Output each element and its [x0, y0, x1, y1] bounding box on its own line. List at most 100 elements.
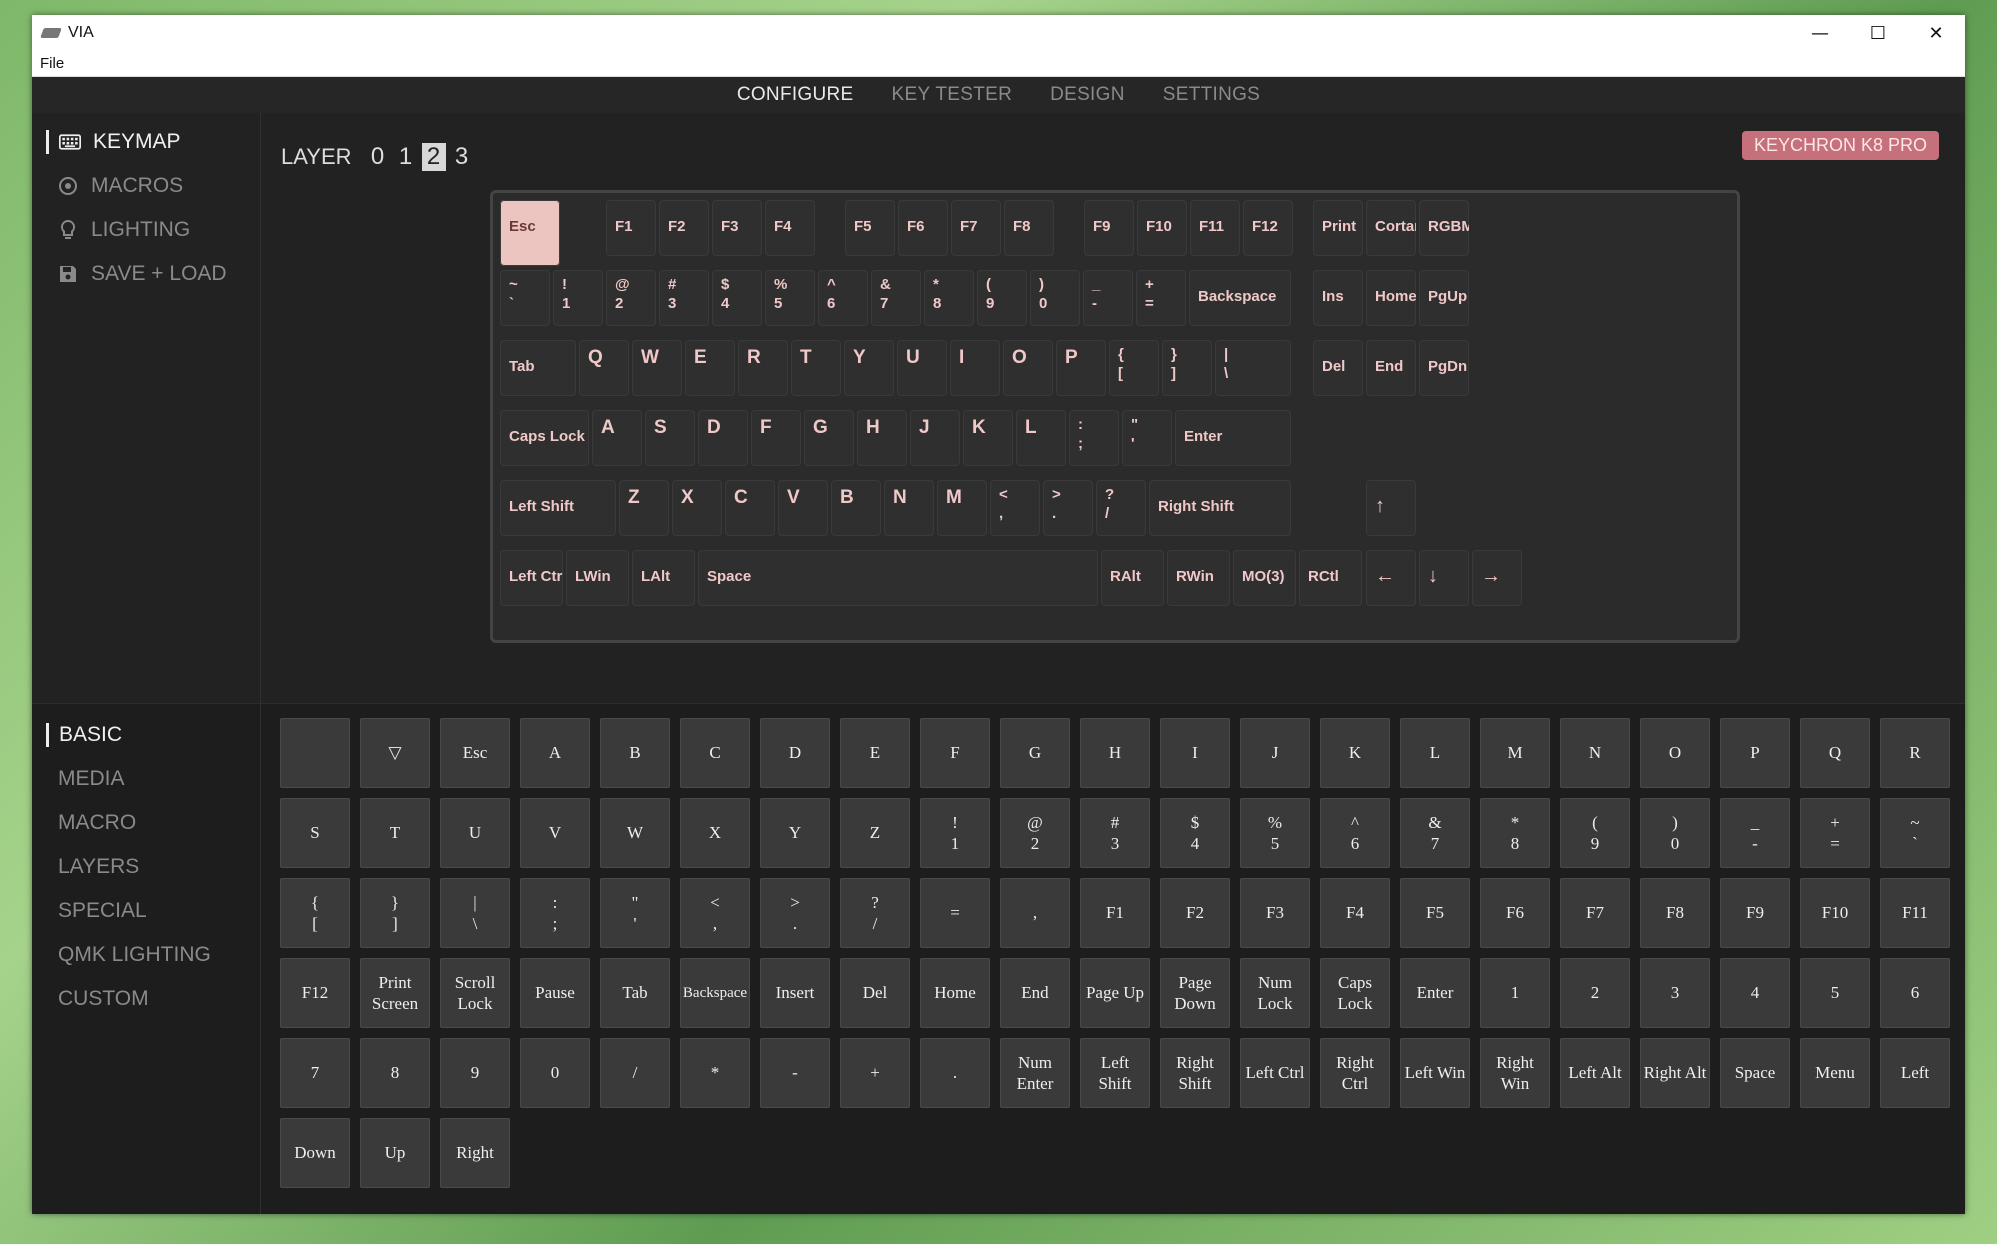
- key-lalt[interactable]: LAlt: [632, 550, 695, 606]
- key-f11[interactable]: F11: [1190, 200, 1240, 256]
- keycode-symbol[interactable]: /: [600, 1038, 670, 1108]
- keycode-left-alt[interactable]: Left Alt: [1560, 1038, 1630, 1108]
- key-c[interactable]: C: [725, 480, 775, 536]
- keycode-f10[interactable]: F10: [1800, 878, 1870, 948]
- key-tab[interactable]: Tab: [500, 340, 576, 396]
- keycode-z[interactable]: Z: [840, 798, 910, 868]
- key-q[interactable]: Q: [579, 340, 629, 396]
- keycode-caps-lock[interactable]: Caps Lock: [1320, 958, 1390, 1028]
- keycode-scroll-lock[interactable]: Scroll Lock: [440, 958, 510, 1028]
- keycode-f8[interactable]: F8: [1640, 878, 1710, 948]
- category-custom[interactable]: CUSTOM: [58, 984, 149, 1014]
- key-f10[interactable]: F10: [1137, 200, 1187, 256]
- key-backspace[interactable]: Backspace: [1189, 270, 1291, 326]
- keycode-6[interactable]: 6: [1880, 958, 1950, 1028]
- keycode-3[interactable]: 3: [1640, 958, 1710, 1028]
- key-w[interactable]: W: [632, 340, 682, 396]
- keycode-symbol[interactable]: ~ `: [1880, 798, 1950, 868]
- key-e[interactable]: E: [685, 340, 735, 396]
- keycode-symbol[interactable]: } ]: [360, 878, 430, 948]
- layer-1-button[interactable]: 1: [394, 143, 418, 171]
- keycode-2[interactable]: 2: [1560, 958, 1630, 1028]
- keycode-m[interactable]: M: [1480, 718, 1550, 788]
- layer-3-button[interactable]: 3: [450, 143, 474, 171]
- keycode-symbol[interactable]: + =: [1800, 798, 1870, 868]
- tab-configure[interactable]: CONFIGURE: [737, 84, 854, 106]
- key-symbol[interactable]: {[: [1109, 340, 1159, 396]
- key-y[interactable]: Y: [844, 340, 894, 396]
- minimize-button[interactable]: —: [1791, 15, 1849, 51]
- key-symbol[interactable]: & 7: [871, 270, 921, 326]
- keycode-4[interactable]: 4: [1720, 958, 1790, 1028]
- keycode-f5[interactable]: F5: [1400, 878, 1470, 948]
- keycode-b[interactable]: B: [600, 718, 670, 788]
- keycode-symbol[interactable]: " ': [600, 878, 670, 948]
- key-enter[interactable]: Enter: [1175, 410, 1291, 466]
- keycode-f[interactable]: F: [920, 718, 990, 788]
- key-f6[interactable]: F6: [898, 200, 948, 256]
- key-k[interactable]: K: [963, 410, 1013, 466]
- keycode-symbol[interactable]: : ;: [520, 878, 590, 948]
- key-n[interactable]: N: [884, 480, 934, 536]
- keycode-symbol[interactable]: | \: [440, 878, 510, 948]
- key-symbol[interactable]: _ -: [1083, 270, 1133, 326]
- keycode-f11[interactable]: F11: [1880, 878, 1950, 948]
- key-m[interactable]: M: [937, 480, 987, 536]
- key-z[interactable]: Z: [619, 480, 669, 536]
- key-x[interactable]: X: [672, 480, 722, 536]
- keycode-symbol[interactable]: ,: [1000, 878, 1070, 948]
- keycode-j[interactable]: J: [1240, 718, 1310, 788]
- keycode-space[interactable]: Space: [1720, 1038, 1790, 1108]
- category-qmk-lighting[interactable]: QMK LIGHTING: [58, 940, 211, 970]
- key-symbol[interactable]: + =: [1136, 270, 1186, 326]
- keycode-left-win[interactable]: Left Win: [1400, 1038, 1470, 1108]
- sidebar-item-macros[interactable]: MACROS: [57, 171, 183, 201]
- keycode-e[interactable]: E: [840, 718, 910, 788]
- keycode-f7[interactable]: F7: [1560, 878, 1630, 948]
- keycode-symbol[interactable]: ▽: [360, 718, 430, 788]
- keycode-w[interactable]: W: [600, 798, 670, 868]
- keycode-d[interactable]: D: [760, 718, 830, 788]
- keycode-right-win[interactable]: Right Win: [1480, 1038, 1550, 1108]
- key-f5[interactable]: F5: [845, 200, 895, 256]
- key-print[interactable]: Print: [1313, 200, 1363, 256]
- keycode-symbol[interactable]: { [: [280, 878, 350, 948]
- keycode-right-ctrl[interactable]: Right Ctrl: [1320, 1038, 1390, 1108]
- keycode-1[interactable]: 1: [1480, 958, 1550, 1028]
- key-symbol[interactable]: " ': [1122, 410, 1172, 466]
- keycode-symbol[interactable]: +: [840, 1038, 910, 1108]
- keycode-left[interactable]: Left: [1880, 1038, 1950, 1108]
- key-lwin[interactable]: LWin: [566, 550, 629, 606]
- key-a[interactable]: A: [592, 410, 642, 466]
- keycode-8[interactable]: * 8: [1480, 798, 1550, 868]
- key-symbol[interactable]: % 5: [765, 270, 815, 326]
- key-symbol[interactable]: >.: [1043, 480, 1093, 536]
- key-pgdn[interactable]: PgDn: [1419, 340, 1469, 396]
- key-s[interactable]: S: [645, 410, 695, 466]
- keycode-0[interactable]: ) 0: [1640, 798, 1710, 868]
- keycode-symbol[interactable]: < ,: [680, 878, 750, 948]
- key-v[interactable]: V: [778, 480, 828, 536]
- key-d[interactable]: D: [698, 410, 748, 466]
- tab-design[interactable]: DESIGN: [1050, 84, 1125, 106]
- keycode-n[interactable]: N: [1560, 718, 1630, 788]
- keycode-o[interactable]: O: [1640, 718, 1710, 788]
- key-space[interactable]: Space: [698, 550, 1098, 606]
- category-media[interactable]: MEDIA: [58, 764, 125, 794]
- keycode-right[interactable]: Right: [440, 1118, 510, 1188]
- keycode-1[interactable]: ! 1: [920, 798, 990, 868]
- keycode-blank[interactable]: [280, 718, 350, 788]
- keycode-num-enter[interactable]: Num Enter: [1000, 1038, 1070, 1108]
- key-f[interactable]: F: [751, 410, 801, 466]
- sidebar-item-lighting[interactable]: LIGHTING: [57, 215, 190, 245]
- key-symbol[interactable]: ↓: [1419, 550, 1469, 606]
- keycode-9[interactable]: 9: [440, 1038, 510, 1108]
- key-symbol[interactable]: ^ 6: [818, 270, 868, 326]
- keycode-q[interactable]: Q: [1800, 718, 1870, 788]
- keycode-0[interactable]: 0: [520, 1038, 590, 1108]
- keycode-left-shift[interactable]: Left Shift: [1080, 1038, 1150, 1108]
- keycode-symbol[interactable]: =: [920, 878, 990, 948]
- keycode-h[interactable]: H: [1080, 718, 1150, 788]
- key-symbol[interactable]: →: [1472, 550, 1522, 606]
- keycode-left-ctrl[interactable]: Left Ctrl: [1240, 1038, 1310, 1108]
